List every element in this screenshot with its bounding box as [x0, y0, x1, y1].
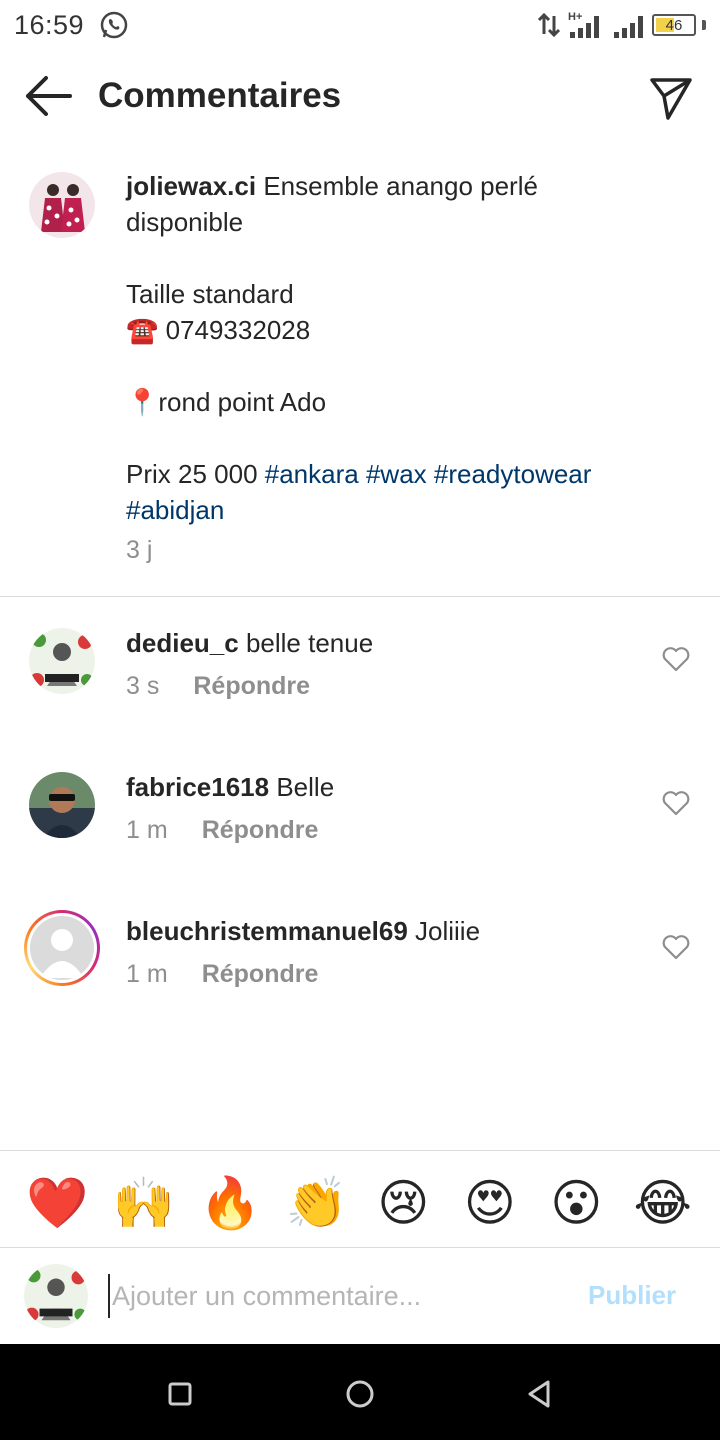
emoji-heart-eyes[interactable]: 😍: [457, 1173, 523, 1233]
comment-meta: 3 s Répondre: [126, 672, 310, 701]
my-avatar: [24, 1264, 88, 1328]
status-icons: H+ 46: [536, 10, 706, 40]
status-bar: 16:59 H+ 46: [0, 0, 720, 50]
profile-photo-icon: [29, 628, 95, 694]
comment-username[interactable]: dedieu_c: [126, 628, 239, 658]
caption-body: Ensemble anango perlé disponible Taille …: [126, 171, 538, 489]
divider: [0, 596, 720, 597]
comment-meta: 1 m Répondre: [126, 816, 318, 845]
comment-timestamp: 1 m: [126, 816, 168, 844]
comment-body: Belle: [276, 772, 335, 802]
header: Commentaires: [0, 56, 720, 138]
person-silhouette-icon: [40, 929, 84, 978]
reply-button[interactable]: Répondre: [202, 816, 319, 845]
home-icon[interactable]: [340, 1374, 380, 1414]
comment-item: dedieu_c belle tenue 3 s Répondre: [0, 628, 720, 748]
system-nav-bar: [0, 1344, 720, 1440]
divider: [0, 1150, 720, 1151]
comment-composer: Publier: [0, 1248, 720, 1344]
data-transfer-icon: [537, 12, 561, 38]
caption-timestamp: 3 j: [126, 536, 153, 564]
comment-text: bleuchristemmanuel69 Joliiie: [126, 916, 480, 947]
comment-text: dedieu_c belle tenue: [126, 628, 373, 659]
signal-bars-icon: [614, 16, 643, 38]
caption-text: joliewax.ci Ensemble anango perlé dispon…: [126, 168, 686, 528]
avatar[interactable]: [29, 628, 95, 694]
story-ring-avatar[interactable]: [24, 910, 100, 986]
network-type: H+: [568, 11, 582, 23]
back-triangle-icon[interactable]: [520, 1374, 560, 1414]
status-time: 16:59: [14, 9, 85, 40]
battery-icon: 46: [652, 14, 696, 36]
heart-outline-icon[interactable]: [662, 934, 690, 960]
whatsapp-icon: [100, 11, 128, 39]
caption-username[interactable]: joliewax.ci: [126, 171, 256, 201]
comment-item: bleuchristemmanuel69 Joliiie 1 m Répondr…: [0, 910, 720, 1036]
reply-button[interactable]: Répondre: [193, 672, 310, 701]
paper-plane-icon[interactable]: [646, 72, 696, 122]
battery-level: 46: [665, 16, 683, 34]
reply-button[interactable]: Répondre: [202, 960, 319, 989]
profile-photo-icon: [24, 1264, 88, 1328]
emoji-clapping[interactable]: 👏: [284, 1173, 350, 1233]
emoji-raised-hands[interactable]: 🙌: [111, 1173, 177, 1233]
comment-text: fabrice1618 Belle: [126, 772, 334, 803]
comment-item: fabrice1618 Belle 1 m Répondre: [0, 772, 720, 892]
signal-h-plus-icon: H+: [568, 11, 599, 38]
avatar[interactable]: [29, 172, 95, 238]
comment-body: Joliiie: [415, 916, 481, 946]
hashtag[interactable]: #readytowear: [434, 459, 592, 489]
emoji-heart[interactable]: ❤️: [24, 1173, 90, 1233]
comment-username[interactable]: fabrice1618: [126, 772, 269, 802]
comment-timestamp: 3 s: [126, 672, 160, 700]
recent-apps-icon[interactable]: [160, 1374, 200, 1414]
heart-outline-icon[interactable]: [662, 790, 690, 816]
avatar[interactable]: [29, 772, 95, 838]
comment-timestamp: 1 m: [126, 960, 168, 988]
profile-photo-icon: [29, 772, 95, 838]
hashtag[interactable]: #ankara: [265, 459, 359, 489]
page-title: Commentaires: [98, 76, 342, 115]
comment-meta: 1 m Répondre: [126, 960, 318, 989]
hashtag[interactable]: #abidjan: [126, 495, 224, 525]
comment-username[interactable]: bleuchristemmanuel69: [126, 916, 408, 946]
battery-tip: [702, 20, 706, 30]
back-arrow-icon[interactable]: [22, 74, 74, 118]
comment-input[interactable]: [108, 1274, 558, 1318]
emoji-fire[interactable]: 🔥: [197, 1173, 263, 1233]
emoji-laughing[interactable]: 😂: [630, 1173, 696, 1233]
story-ring-inner: [27, 913, 97, 983]
comment-body: belle tenue: [245, 628, 374, 658]
heart-outline-icon[interactable]: [662, 646, 690, 672]
emoji-surprised[interactable]: 😮: [543, 1173, 609, 1233]
default-avatar-icon: [30, 916, 94, 980]
hashtag[interactable]: #wax: [366, 459, 427, 489]
emoji-reaction-bar: ❤️ 🙌 🔥 👏 😢 😍 😮 😂: [0, 1168, 720, 1238]
emoji-crying[interactable]: 😢: [370, 1173, 436, 1233]
profile-photo-icon: [29, 172, 95, 238]
publish-button[interactable]: Publier: [588, 1280, 676, 1311]
